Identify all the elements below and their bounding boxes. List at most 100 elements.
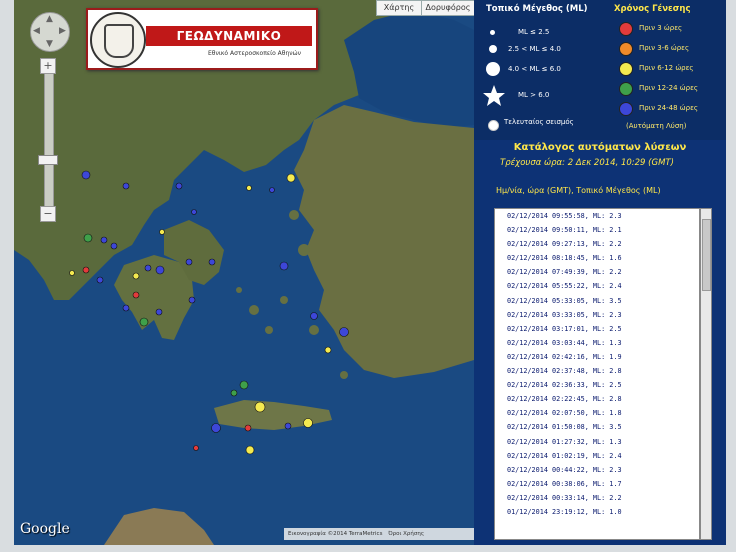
event-row[interactable]: 02/12/2014 08:18:45, ML: 1.6 bbox=[495, 251, 699, 265]
event-marker[interactable] bbox=[191, 209, 197, 215]
event-row[interactable]: 02/12/2014 02:42:16, ML: 1.9 bbox=[495, 350, 699, 364]
event-marker[interactable] bbox=[132, 291, 140, 299]
pan-left-icon[interactable]: ◀ bbox=[33, 26, 40, 36]
event-row[interactable]: 02/12/2014 03:03:44, ML: 1.3 bbox=[495, 336, 699, 350]
event-marker[interactable] bbox=[279, 261, 289, 271]
magnitude-class-label: 4.0 < ML ≤ 6.0 bbox=[508, 65, 561, 73]
browser-screen: Χάρτης Δορυφόρος ΓΕΩΔΥΝΑΜΙΚΟ ΙΝΣΤΙΤΟΥΤΟ … bbox=[14, 0, 726, 545]
event-row[interactable]: 02/12/2014 05:55:22, ML: 2.4 bbox=[495, 279, 699, 293]
google-logo: Google bbox=[20, 521, 70, 537]
last-event-label: Τελευταίος σεισμός bbox=[504, 118, 574, 126]
time-color-swatch bbox=[619, 82, 633, 96]
event-marker[interactable] bbox=[82, 266, 90, 274]
event-row[interactable]: 02/12/2014 09:50:11, ML: 2.1 bbox=[495, 223, 699, 237]
institute-logo: ΓΕΩΔΥΝΑΜΙΚΟ ΙΝΣΤΙΤΟΥΤΟ Εθνικό Αστεροσκοπ… bbox=[86, 8, 318, 70]
island bbox=[280, 296, 288, 304]
event-marker[interactable] bbox=[254, 401, 266, 413]
terms-link[interactable]: Όροι Χρήσης bbox=[388, 531, 424, 537]
event-row[interactable]: 02/12/2014 07:49:39, ML: 2.2 bbox=[495, 265, 699, 279]
event-marker[interactable] bbox=[310, 312, 318, 320]
map-type-button-map[interactable]: Χάρτης bbox=[376, 0, 422, 16]
event-marker[interactable] bbox=[339, 327, 349, 337]
event-marker[interactable] bbox=[245, 445, 255, 455]
event-marker[interactable] bbox=[246, 185, 252, 191]
event-marker[interactable] bbox=[188, 296, 196, 304]
event-row[interactable]: 02/12/2014 02:36:33, ML: 2.5 bbox=[495, 378, 699, 392]
imagery-credit: Εικονογραφία ©2014 TerraMetrics bbox=[288, 531, 383, 537]
automatic-solution-note: (Αυτόματη Λύση) bbox=[626, 122, 687, 130]
map-type-button-satellite[interactable]: Δορυφόρος bbox=[421, 0, 474, 16]
event-row[interactable]: 02/12/2014 03:33:05, ML: 2.3 bbox=[495, 308, 699, 322]
event-marker[interactable] bbox=[211, 423, 221, 433]
event-marker[interactable] bbox=[132, 272, 140, 280]
event-marker[interactable] bbox=[81, 170, 91, 180]
event-marker[interactable] bbox=[69, 270, 75, 276]
zoom-in-button[interactable]: + bbox=[40, 58, 56, 74]
institute-title: ΓΕΩΔΥΝΑΜΙΚΟ ΙΝΣΤΙΤΟΥΤΟ bbox=[146, 26, 312, 63]
time-color-swatch bbox=[619, 102, 633, 116]
event-marker[interactable] bbox=[159, 229, 165, 235]
map-attribution: Εικονογραφία ©2014 TerraMetrics Όροι Χρή… bbox=[284, 528, 474, 540]
pan-up-icon[interactable]: ▲ bbox=[46, 14, 53, 24]
time-class-label: Πριν 3 ώρες bbox=[639, 24, 683, 32]
scrollbar-thumb[interactable] bbox=[702, 219, 711, 291]
event-marker[interactable] bbox=[244, 424, 252, 432]
event-marker[interactable] bbox=[139, 317, 149, 327]
event-list-scrollbar[interactable] bbox=[700, 208, 712, 540]
island bbox=[340, 371, 348, 379]
event-marker[interactable] bbox=[122, 182, 130, 190]
island bbox=[289, 210, 299, 220]
event-row[interactable]: 02/12/2014 05:33:05, ML: 3.5 bbox=[495, 294, 699, 308]
pan-control[interactable]: ▲ ▼ ◀ ▶ bbox=[30, 12, 70, 52]
event-row[interactable]: 02/12/2014 01:50:08, ML: 3.5 bbox=[495, 420, 699, 434]
zoom-slider-handle[interactable] bbox=[38, 155, 58, 165]
pan-down-icon[interactable]: ▼ bbox=[46, 39, 53, 49]
last-event-icon bbox=[488, 120, 499, 131]
event-row[interactable]: 02/12/2014 09:27:13, ML: 2.2 bbox=[495, 237, 699, 251]
island bbox=[236, 287, 242, 293]
event-marker[interactable] bbox=[144, 264, 152, 272]
event-marker[interactable] bbox=[175, 182, 183, 190]
event-marker[interactable] bbox=[284, 422, 292, 430]
event-row[interactable]: 02/12/2014 09:55:58, ML: 2.3 bbox=[495, 209, 699, 223]
event-marker[interactable] bbox=[83, 233, 93, 243]
event-row[interactable]: 02/12/2014 00:38:06, ML: 1.7 bbox=[495, 477, 699, 491]
event-marker[interactable] bbox=[239, 380, 249, 390]
event-marker[interactable] bbox=[286, 173, 296, 183]
event-list[interactable]: 02/12/2014 09:55:58, ML: 2.3 02/12/2014 0… bbox=[494, 208, 700, 540]
event-marker[interactable] bbox=[269, 187, 275, 193]
pan-right-icon[interactable]: ▶ bbox=[59, 26, 66, 36]
event-marker[interactable] bbox=[100, 236, 108, 244]
event-row[interactable]: 02/12/2014 00:33:14, ML: 2.2 bbox=[495, 491, 699, 505]
magnitude-class-label: 2.5 < ML ≤ 4.0 bbox=[508, 45, 561, 53]
event-row[interactable]: 01/12/2014 23:19:12, ML: 1.0 bbox=[495, 505, 699, 519]
event-marker[interactable] bbox=[230, 389, 238, 397]
event-marker[interactable] bbox=[193, 445, 199, 451]
event-marker[interactable] bbox=[96, 276, 104, 284]
event-row[interactable]: 02/12/2014 01:27:32, ML: 1.3 bbox=[495, 435, 699, 449]
event-marker[interactable] bbox=[155, 265, 165, 275]
time-class-label: Πριν 6-12 ώρες bbox=[639, 64, 694, 72]
zoom-slider-track[interactable] bbox=[44, 62, 54, 222]
event-marker[interactable] bbox=[185, 258, 193, 266]
catalog-panel: Κατάλογος αυτόματων λύσεων Τρέχουσα ώρα:… bbox=[474, 140, 726, 545]
institute-seal-icon bbox=[90, 12, 146, 68]
event-marker[interactable] bbox=[155, 308, 163, 316]
event-marker[interactable] bbox=[303, 418, 313, 428]
magnitude-medium-icon bbox=[489, 45, 497, 53]
event-marker[interactable] bbox=[110, 242, 118, 250]
event-row[interactable]: 02/12/2014 03:17:01, ML: 2.5 bbox=[495, 322, 699, 336]
event-row[interactable]: 02/12/2014 00:44:22, ML: 2.3 bbox=[495, 463, 699, 477]
event-marker[interactable] bbox=[208, 258, 216, 266]
event-marker[interactable] bbox=[324, 346, 332, 354]
earthquake-map[interactable]: Χάρτης Δορυφόρος ΓΕΩΔΥΝΑΜΙΚΟ ΙΝΣΤΙΤΟΥΤΟ … bbox=[14, 0, 474, 545]
event-row[interactable]: 02/12/2014 02:37:48, ML: 2.8 bbox=[495, 364, 699, 378]
current-time: Τρέχουσα ώρα: 2 Δεκ 2014, 10:29 (GMT) bbox=[500, 158, 674, 168]
event-row[interactable]: 02/12/2014 02:22:45, ML: 2.8 bbox=[495, 392, 699, 406]
zoom-out-button[interactable]: − bbox=[40, 206, 56, 222]
institute-subtitle: Εθνικό Αστεροσκοπείο Αθηνών bbox=[208, 50, 301, 57]
magnitude-class-label: ML > 6.0 bbox=[518, 91, 550, 99]
event-row[interactable]: 02/12/2014 02:07:50, ML: 1.8 bbox=[495, 406, 699, 420]
event-row[interactable]: 02/12/2014 01:02:19, ML: 2.4 bbox=[495, 449, 699, 463]
event-marker[interactable] bbox=[122, 304, 130, 312]
